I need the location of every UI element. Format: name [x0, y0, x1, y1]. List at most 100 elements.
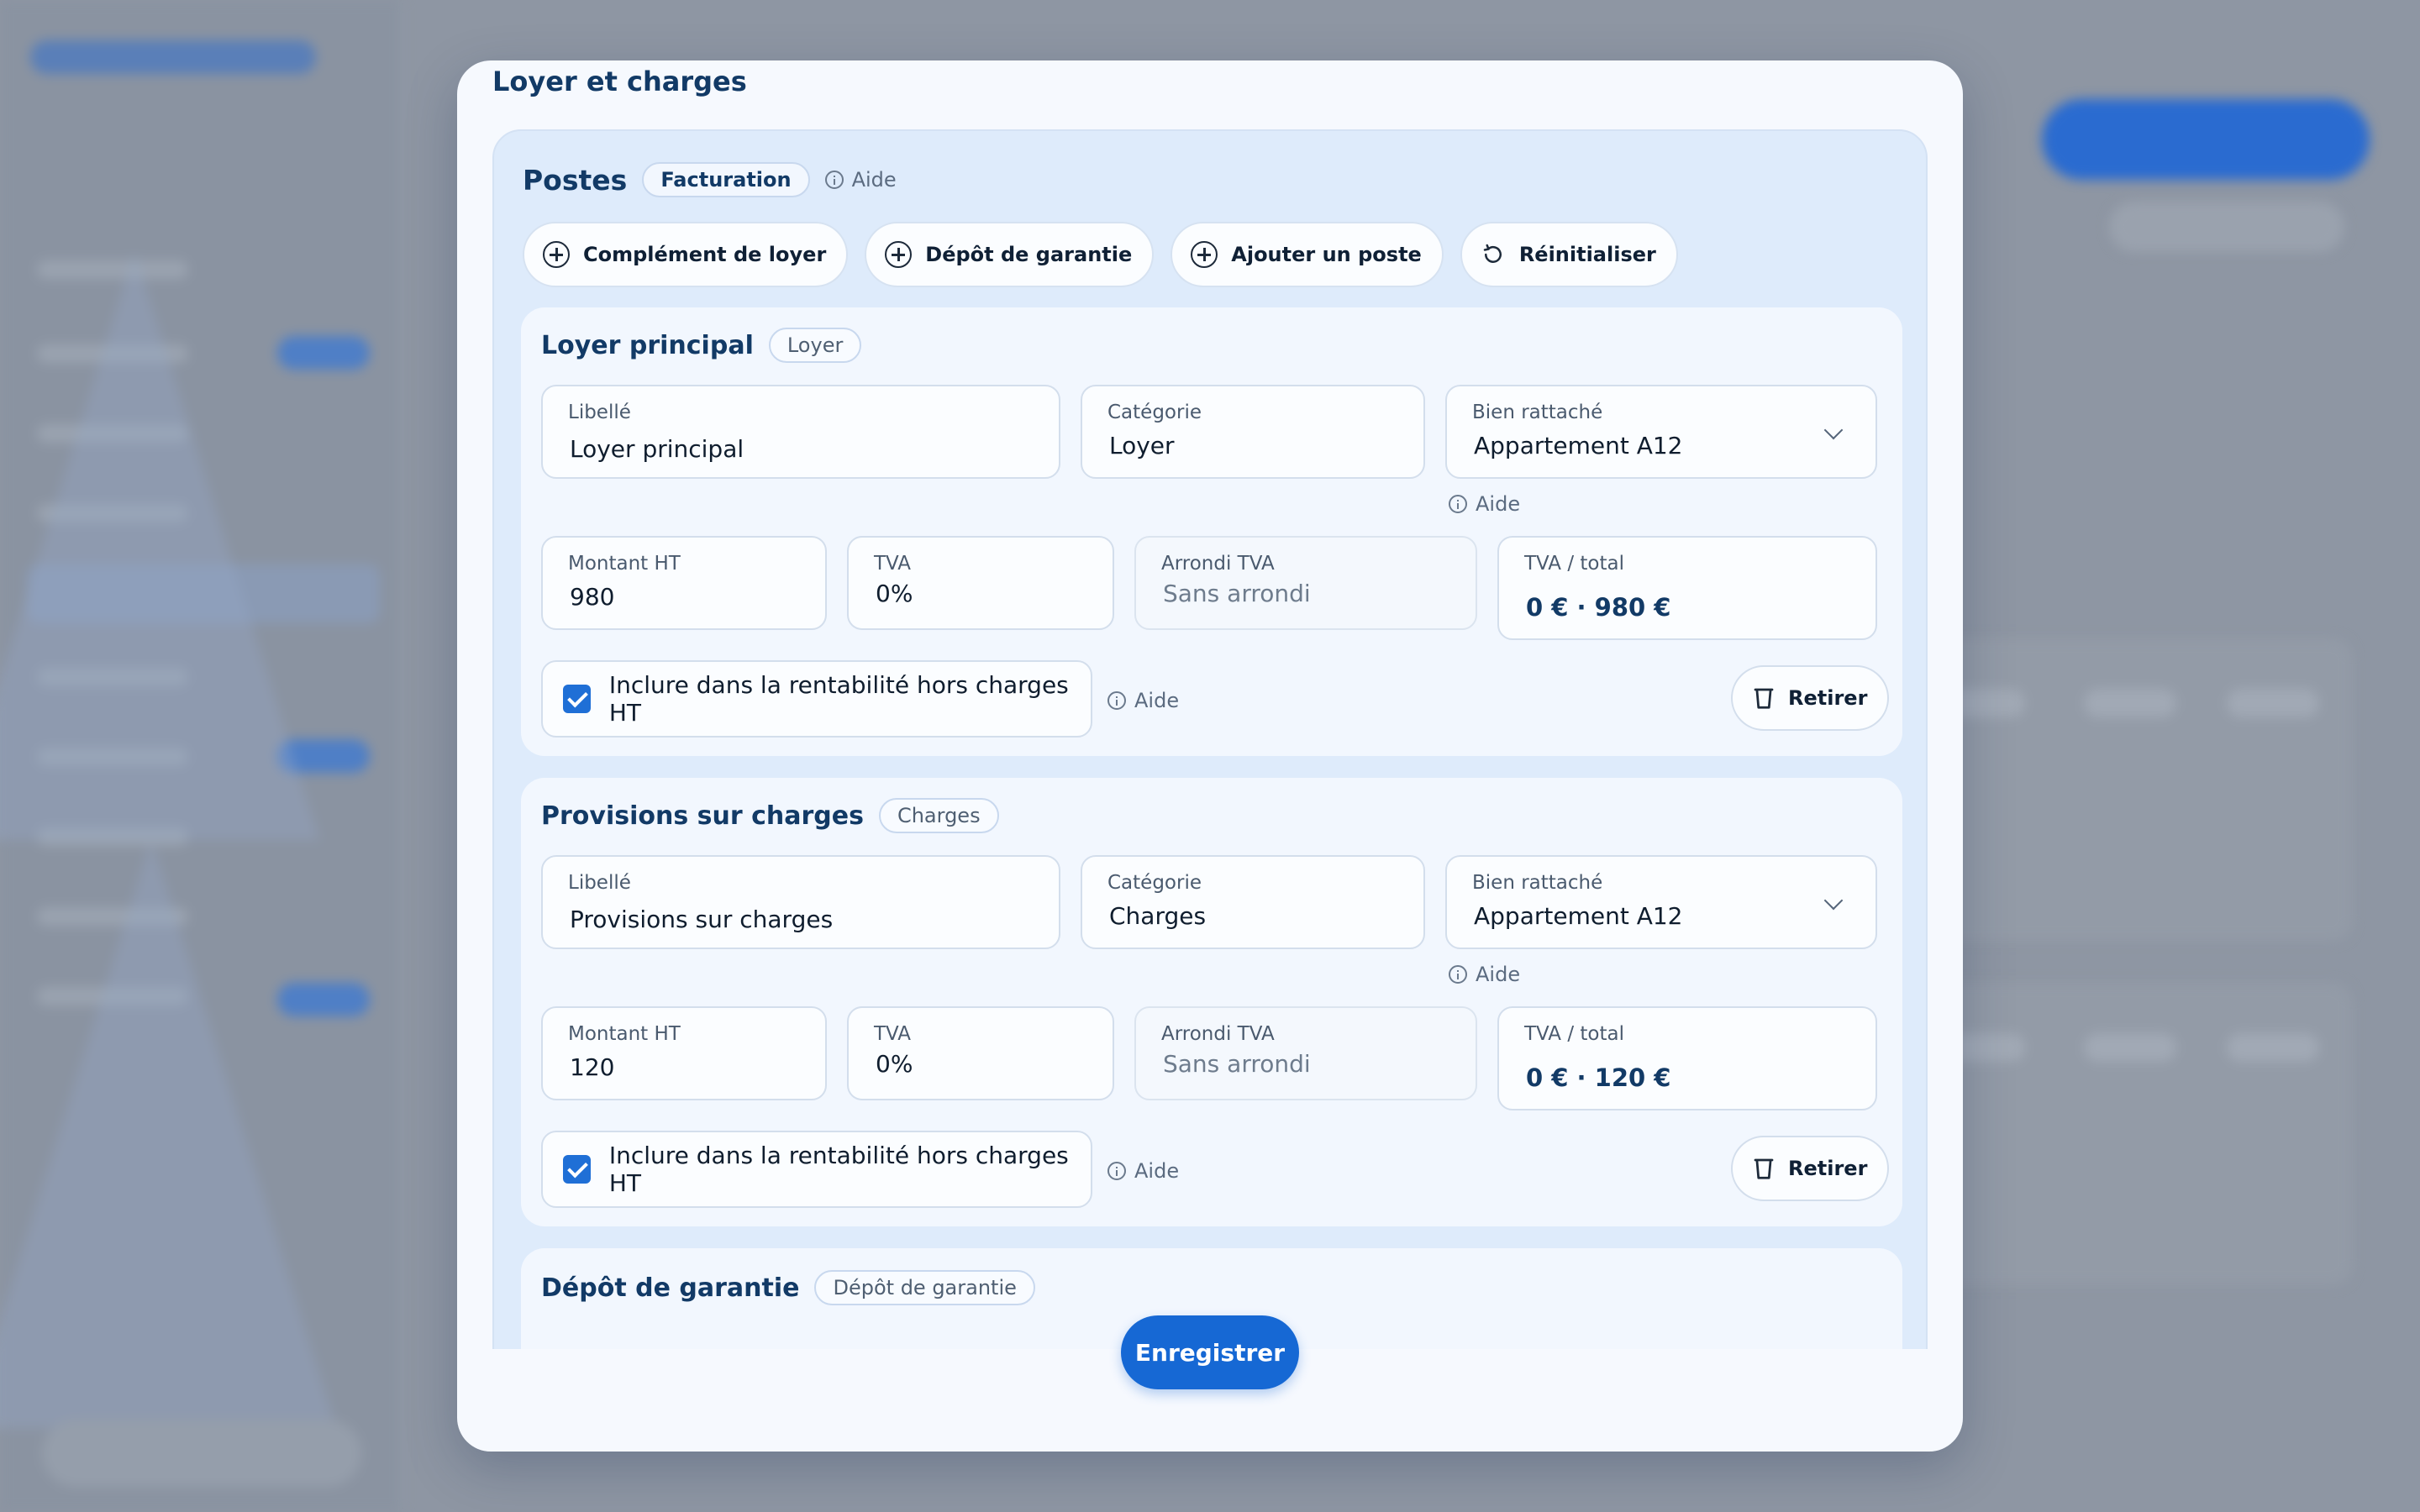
reset-button[interactable]: Réinitialiser	[1460, 222, 1678, 287]
libelle-field[interactable]: Libellé Loyer principal	[541, 385, 1060, 479]
button-label: Réinitialiser	[1518, 243, 1656, 266]
background-chip	[2227, 689, 2319, 717]
background-primary-button	[2042, 99, 2370, 180]
panel-header: Postes Facturation Aide	[523, 161, 897, 198]
remove-item-button[interactable]: Retirer	[1731, 665, 1890, 731]
item-card-loyer-principal: Loyer principal Loyer Libellé Loyer prin…	[521, 307, 1902, 756]
background-user-profile	[42, 1420, 361, 1487]
field-value: Loyer	[1109, 432, 1175, 459]
panel-tag: Facturation	[642, 162, 810, 197]
tva-field[interactable]: TVA 0%	[847, 536, 1114, 630]
field-label: Catégorie	[1107, 872, 1202, 894]
help-label: Aide	[851, 168, 897, 192]
reset-icon	[1483, 244, 1502, 263]
field-value: 120	[570, 1053, 615, 1081]
tva-total-display: TVA / total 0 € · 120 €	[1497, 1006, 1877, 1110]
button-label: Ajouter un poste	[1231, 243, 1422, 266]
background-chip	[2227, 1033, 2319, 1062]
montant-ht-field[interactable]: Montant HT 120	[541, 1006, 827, 1100]
button-label: Dépôt de garantie	[925, 243, 1133, 266]
help-label: Aide	[1134, 689, 1180, 712]
arrondi-tva-field[interactable]: Arrondi TVA Sans arrondi	[1134, 1006, 1477, 1100]
arrondi-tva-field[interactable]: Arrondi TVA Sans arrondi	[1134, 536, 1477, 630]
checkbox-checked[interactable]	[563, 1155, 591, 1184]
card-tag: Dépôt de garantie	[814, 1270, 1035, 1305]
include-help[interactable]: Aide	[1107, 689, 1179, 712]
tva-field[interactable]: TVA 0%	[847, 1006, 1114, 1100]
include-help[interactable]: Aide	[1107, 1159, 1179, 1183]
field-label: Bien rattaché	[1472, 872, 1603, 894]
chevron-down-icon	[1823, 890, 1844, 911]
field-label: Libellé	[568, 872, 631, 894]
field-label: TVA	[874, 553, 912, 575]
field-value: Provisions sur charges	[570, 906, 834, 933]
bien-rattache-select[interactable]: Bien rattaché Appartement A12	[1445, 855, 1877, 949]
help-label: Aide	[1476, 492, 1521, 516]
plus-circle-icon	[885, 241, 913, 268]
field-value: Charges	[1109, 902, 1207, 930]
info-icon	[1107, 1162, 1126, 1180]
categorie-field[interactable]: Catégorie Charges	[1081, 855, 1425, 949]
card-title: Loyer principal	[541, 330, 754, 360]
card-title: Provisions sur charges	[541, 801, 864, 831]
background-secondary-button	[2109, 202, 2344, 252]
save-button[interactable]: Enregistrer	[1121, 1315, 1299, 1389]
field-label: Montant HT	[568, 553, 681, 575]
help-label: Aide	[1134, 1159, 1180, 1183]
plus-circle-icon	[543, 241, 570, 268]
field-label: Catégorie	[1107, 402, 1202, 423]
info-icon	[824, 171, 844, 189]
chevron-down-icon	[1823, 420, 1844, 440]
items-panel: Postes Facturation Aide Complément de lo…	[492, 129, 1928, 1349]
info-icon	[1449, 965, 1467, 984]
panel-help[interactable]: Aide	[824, 168, 897, 192]
panel-title: Postes	[523, 163, 628, 197]
field-value: Appartement A12	[1474, 902, 1683, 930]
button-label: Retirer	[1788, 686, 1868, 710]
card-title: Dépôt de garantie	[541, 1273, 800, 1303]
add-deposit-button[interactable]: Dépôt de garantie	[865, 222, 1155, 287]
include-profitability-toggle[interactable]: Inclure dans la rentabilité hors charges…	[541, 1131, 1092, 1208]
field-label: Libellé	[568, 402, 631, 423]
trash-icon	[1754, 1158, 1774, 1179]
item-card-provisions-charges: Provisions sur charges Charges Libellé P…	[521, 778, 1902, 1226]
field-label: TVA / total	[1524, 553, 1625, 575]
checkbox-checked[interactable]	[563, 685, 591, 713]
include-label: Inclure dans la rentabilité hors charges…	[608, 1142, 1069, 1197]
libelle-field[interactable]: Libellé Provisions sur charges	[541, 855, 1060, 949]
montant-ht-field[interactable]: Montant HT 980	[541, 536, 827, 630]
panel-actions: Complément de loyer Dépôt de garantie Aj…	[523, 222, 1678, 287]
field-value: 0 € · 980 €	[1526, 593, 1671, 622]
background-chip	[2084, 1033, 2176, 1062]
modal-scroll-area[interactable]: Postes Facturation Aide Complément de lo…	[492, 129, 1928, 1349]
field-value: Sans arrondi	[1163, 1050, 1311, 1078]
rent-charges-modal: Loyer et charges Postes Facturation Aide…	[457, 60, 1963, 1452]
background-chip	[2084, 689, 2176, 717]
info-icon	[1107, 691, 1126, 710]
add-rent-complement-button[interactable]: Complément de loyer	[523, 222, 849, 287]
modal-title: Loyer et charges	[492, 66, 747, 97]
bien-help[interactable]: Aide	[1449, 492, 1520, 516]
card-header: Dépôt de garantie Dépôt de garantie	[541, 1268, 1035, 1307]
field-label: Arrondi TVA	[1161, 553, 1275, 575]
add-item-button[interactable]: Ajouter un poste	[1171, 222, 1444, 287]
field-value: 0%	[876, 580, 913, 607]
field-value: Appartement A12	[1474, 432, 1683, 459]
card-header: Loyer principal Loyer	[541, 326, 862, 365]
field-value: Loyer principal	[570, 435, 744, 463]
trash-icon	[1754, 688, 1774, 709]
background-logo	[30, 40, 316, 74]
categorie-field[interactable]: Catégorie Loyer	[1081, 385, 1425, 479]
tva-total-display: TVA / total 0 € · 980 €	[1497, 536, 1877, 640]
remove-item-button[interactable]: Retirer	[1731, 1136, 1890, 1201]
field-label: Montant HT	[568, 1023, 681, 1045]
field-value: Sans arrondi	[1163, 580, 1311, 607]
field-label: Arrondi TVA	[1161, 1023, 1275, 1045]
field-label: Bien rattaché	[1472, 402, 1603, 423]
card-tag: Charges	[878, 798, 999, 833]
field-label: TVA	[874, 1023, 912, 1045]
bien-rattache-select[interactable]: Bien rattaché Appartement A12	[1445, 385, 1877, 479]
bien-help[interactable]: Aide	[1449, 963, 1520, 986]
background-decoration	[0, 252, 319, 840]
include-profitability-toggle[interactable]: Inclure dans la rentabilité hors charges…	[541, 660, 1092, 738]
